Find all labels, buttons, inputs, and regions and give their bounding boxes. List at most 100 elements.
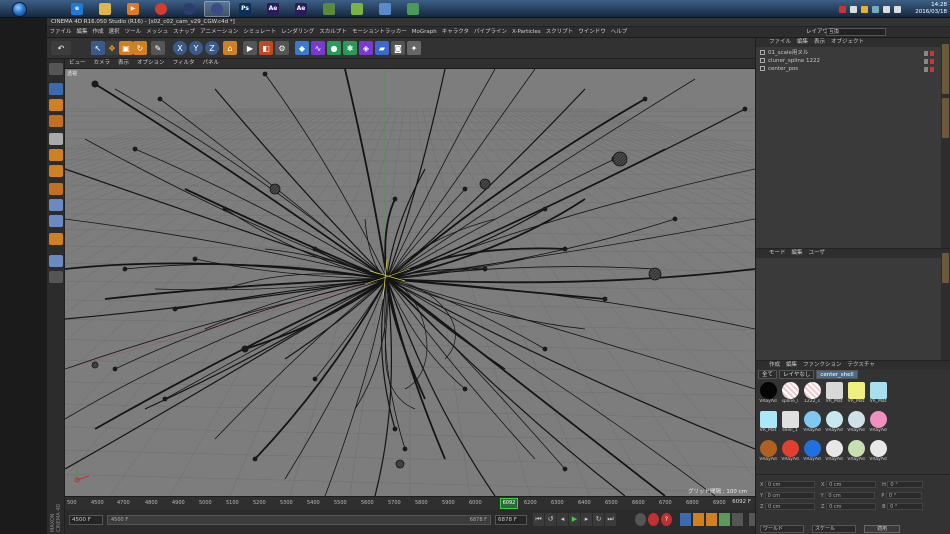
material-tab[interactable]: 全て — [758, 370, 778, 379]
object-row[interactable]: 01_scale用ヌル — [760, 50, 936, 57]
menu-item[interactable]: レンダリング — [281, 29, 314, 35]
taskbar-app[interactable]: Ae — [288, 1, 314, 17]
position-field[interactable]: 0 cm — [764, 492, 815, 499]
tray-app-icon-3[interactable] — [872, 5, 880, 13]
z-axis-lock-icon[interactable]: Z — [205, 41, 219, 55]
material-tab[interactable]: center_shell — [816, 370, 858, 379]
quantize-icon[interactable] — [49, 271, 63, 283]
taskbar-app[interactable] — [204, 1, 230, 17]
render-picture-icon[interactable]: ◧ — [259, 41, 273, 55]
visibility-dots-icon[interactable] — [924, 59, 934, 64]
rotation-field[interactable]: 0 ° — [887, 481, 924, 488]
rotation-field[interactable]: 0 ° — [887, 503, 924, 510]
side-tab-content-browser[interactable] — [942, 98, 949, 138]
position-field[interactable]: 0 cm — [765, 503, 816, 510]
material-swatch[interactable]: VRayAd — [825, 411, 843, 435]
viewport-menu-item[interactable]: オプション — [137, 60, 165, 66]
menu-item[interactable]: パイプライン — [474, 29, 507, 35]
material-tab[interactable]: レイヤなし — [779, 370, 815, 379]
preview-range-slider[interactable]: 4500 F 6878 F — [107, 515, 491, 525]
coordinate-system-icon[interactable]: ⌂ — [223, 41, 237, 55]
move-tool-icon[interactable]: ✥ — [105, 41, 119, 55]
material-swatch[interactable]: VRayAd — [759, 382, 777, 406]
material-menu-item[interactable]: ファンクション — [803, 362, 842, 368]
menu-item[interactable]: ツール — [125, 29, 142, 35]
menu-item[interactable]: キャラクタ — [442, 29, 469, 35]
material-swatch[interactable]: VRayAd — [803, 411, 821, 435]
x-axis-lock-icon[interactable]: X — [173, 41, 187, 55]
coordinate-mode-select[interactable]: ワールド — [760, 525, 804, 533]
menu-item[interactable]: 編集 — [77, 29, 88, 35]
apply-button[interactable]: 適用 — [864, 525, 900, 533]
3d-viewport[interactable]: 透視 グリッド間隔 : 100 cm — [65, 69, 755, 496]
material-swatch[interactable]: VRayAd — [803, 440, 821, 464]
material-swatch[interactable]: VRayAd — [847, 440, 865, 464]
array-generator-icon[interactable]: ✱ — [343, 41, 357, 55]
menu-item[interactable]: スナップ — [173, 29, 195, 35]
record-active-objects-icon[interactable] — [635, 513, 646, 526]
lock-workplane-icon[interactable] — [49, 233, 63, 245]
points-mode-icon[interactable] — [49, 133, 63, 145]
subdivision-icon[interactable]: ● — [327, 41, 341, 55]
viewport-canvas[interactable] — [65, 69, 755, 496]
taskbar-app[interactable]: ▶ — [120, 1, 146, 17]
tray-app-icon-2[interactable] — [861, 5, 869, 13]
material-swatch[interactable]: VRayAd — [825, 440, 843, 464]
menu-item[interactable]: スカルプト — [319, 29, 347, 35]
object-menu-item[interactable]: オブジェクト — [831, 39, 864, 45]
parameter-key-icon[interactable] — [719, 513, 730, 526]
viewport-menu-item[interactable]: カメラ — [94, 60, 111, 66]
menu-item[interactable]: シミュレート — [243, 29, 276, 35]
attribute-menu-item[interactable]: モード — [769, 250, 786, 256]
deformer-icon[interactable]: ◈ — [359, 41, 373, 55]
camera-icon[interactable]: ◙ — [391, 41, 405, 55]
polygons-mode-icon[interactable] — [49, 165, 63, 177]
taskbar-app[interactable] — [372, 1, 398, 17]
pen-spline-icon[interactable]: ∿ — [311, 41, 325, 55]
model-mode-icon[interactable] — [49, 83, 63, 95]
taskbar-app[interactable] — [148, 1, 174, 17]
step-forward-icon[interactable]: ▸ — [581, 513, 592, 526]
size-field[interactable]: 0 cm — [826, 481, 877, 488]
tweak-mode-icon[interactable] — [49, 199, 63, 211]
make-editable-icon[interactable] — [49, 63, 63, 75]
tray-network-icon[interactable] — [883, 5, 891, 13]
render-view-icon[interactable]: ▶ — [243, 41, 257, 55]
taskbar-app[interactable] — [316, 1, 342, 17]
end-frame-field[interactable]: 6878 F — [495, 515, 527, 525]
material-swatch[interactable]: VRayAd — [847, 411, 865, 435]
texture-mode-icon[interactable] — [49, 99, 63, 111]
recent-tool-icon[interactable]: ✎ — [151, 41, 165, 55]
object-menu-item[interactable]: ファイル — [769, 39, 791, 45]
object-row[interactable]: cluner_spline 1222 — [760, 58, 936, 65]
material-swatch[interactable]: VRayAd — [869, 411, 887, 435]
taskbar-app[interactable] — [344, 1, 370, 17]
material-swatch[interactable]: VR_Mat — [869, 382, 887, 406]
size-field[interactable]: 0 cm — [825, 492, 876, 499]
timeline-ruler[interactable]: 500 4500 4700 4800 4900 5000 5100 5200 5300 5400 5… — [65, 496, 755, 510]
rotation-key-icon[interactable] — [706, 513, 717, 526]
rotation-field[interactable]: 0 ° — [885, 492, 922, 499]
y-axis-lock-icon[interactable]: Y — [189, 41, 203, 55]
menu-item[interactable]: 選択 — [109, 29, 120, 35]
tray-alert-icon[interactable] — [839, 5, 847, 13]
menu-item[interactable]: X-Particles — [512, 29, 541, 35]
tray-volume-icon[interactable] — [894, 5, 902, 13]
menu-item[interactable]: MoGraph — [412, 29, 437, 35]
edges-mode-icon[interactable] — [49, 149, 63, 161]
planar-workplane-icon[interactable] — [49, 255, 63, 267]
menu-item[interactable]: ファイル — [50, 29, 72, 35]
undo-button[interactable]: ↶ — [51, 41, 71, 55]
material-swatch[interactable]: VRayAd — [759, 440, 777, 464]
go-to-next-key-icon[interactable]: ↻ — [593, 513, 604, 526]
material-swatch[interactable]: spline_l — [781, 382, 799, 406]
tray-app-icon[interactable] — [850, 5, 858, 13]
menu-item[interactable]: 作成 — [93, 29, 104, 35]
go-to-previous-key-icon[interactable]: ↺ — [545, 513, 556, 526]
material-swatch[interactable]: VR_Mat — [825, 382, 843, 406]
menu-item[interactable]: スクリプト — [546, 29, 574, 35]
current-frame-marker[interactable]: 6092 — [500, 498, 518, 509]
attribute-menu-item[interactable]: 編集 — [792, 250, 803, 256]
point-level-key-icon[interactable] — [732, 513, 743, 526]
autokeying-icon[interactable] — [648, 513, 659, 526]
